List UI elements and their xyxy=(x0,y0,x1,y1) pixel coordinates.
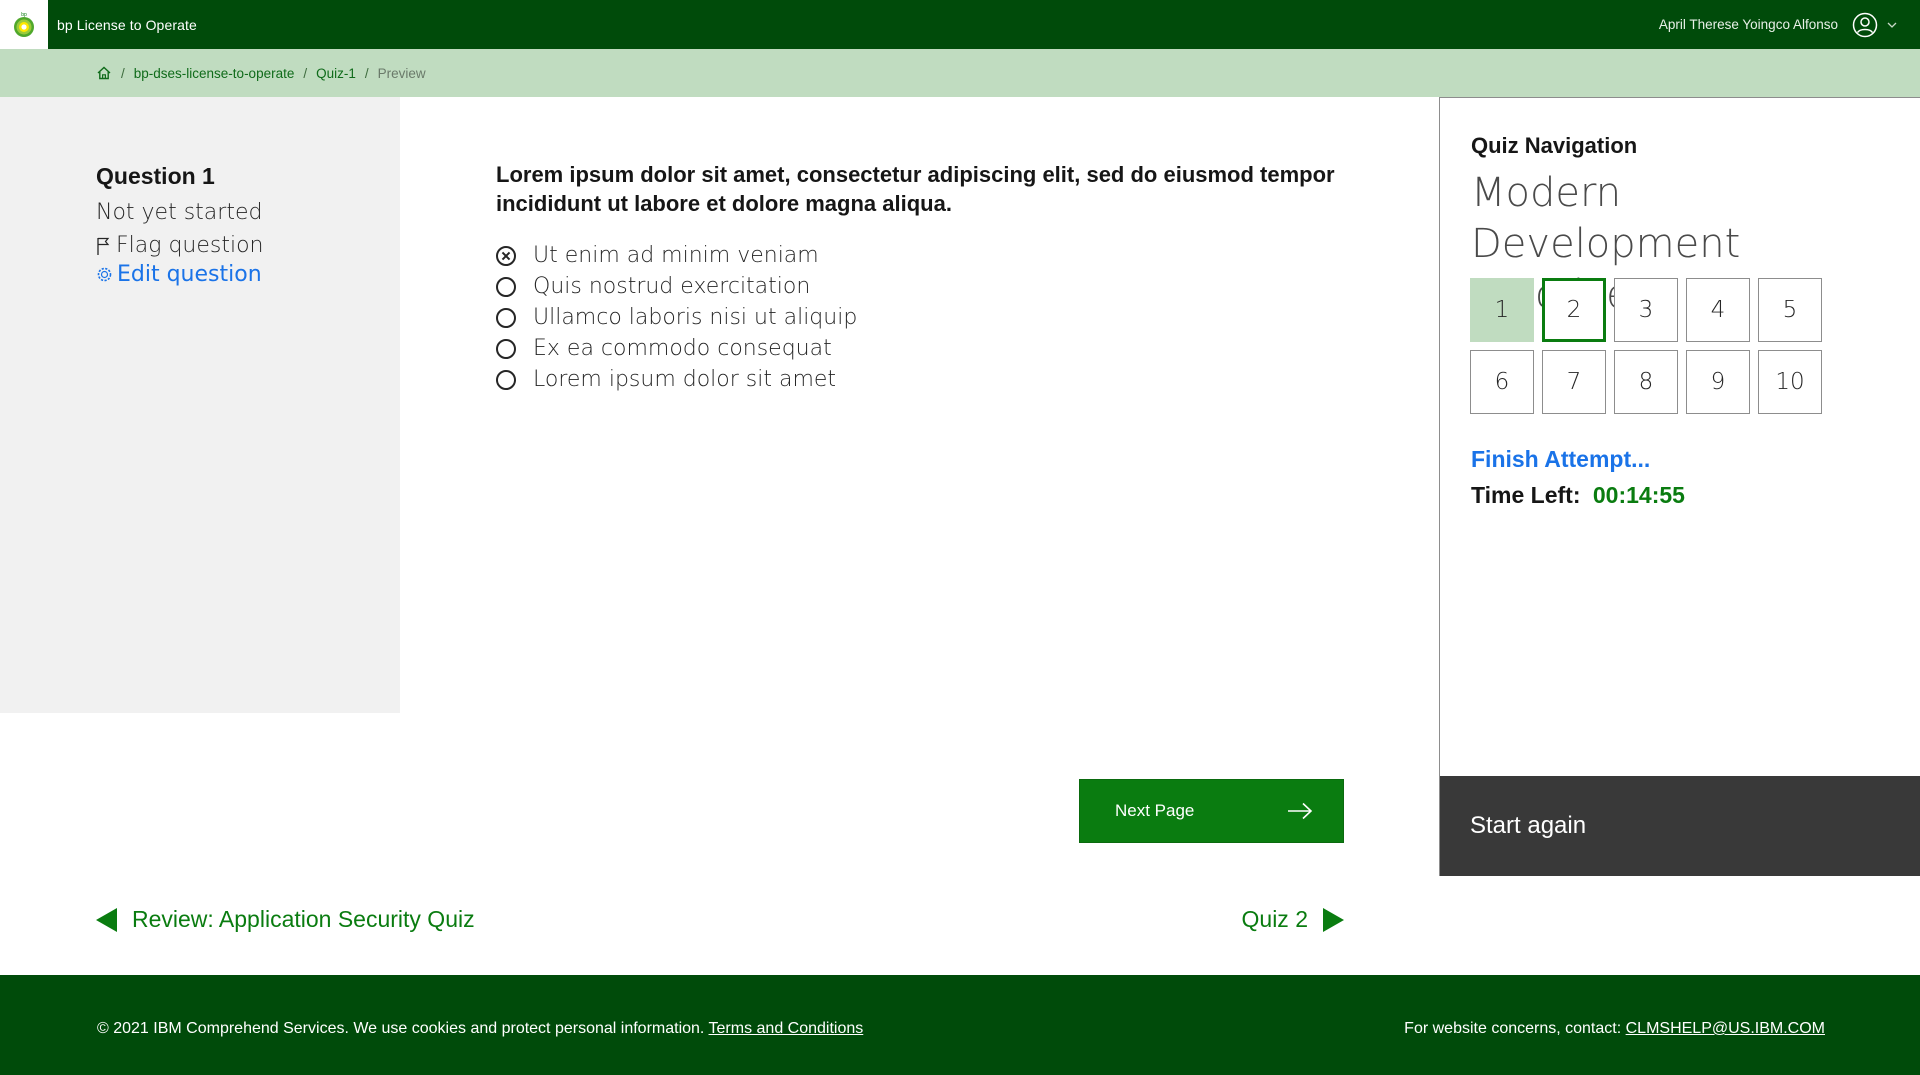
answer-option[interactable]: Lorem ipsum dolor sit amet xyxy=(496,364,1356,395)
question-content: Lorem ipsum dolor sit amet, consectetur … xyxy=(496,160,1356,395)
quiz-page-9[interactable]: 9 xyxy=(1686,350,1750,414)
next-activity-link[interactable]: Quiz 2 xyxy=(1242,906,1344,933)
user-name: April Therese Yoingco Alfonso xyxy=(1658,17,1838,32)
user-avatar-icon xyxy=(1852,12,1878,37)
edit-question-link[interactable]: Edit question xyxy=(96,262,400,287)
edit-question-label: Edit question xyxy=(117,262,262,287)
top-header: bp bp License to Operate April Therese Y… xyxy=(0,0,1920,49)
breadcrumb-separator: / xyxy=(303,65,308,81)
radio-crossed-icon[interactable] xyxy=(496,245,516,266)
answer-label: Lorem ipsum dolor sit amet xyxy=(533,367,837,392)
radio-button[interactable] xyxy=(496,276,516,297)
quiz-page-1[interactable]: 1 xyxy=(1470,278,1534,342)
radio-button[interactable] xyxy=(496,307,516,328)
flag-icon xyxy=(97,237,110,255)
previous-activity-link[interactable]: Review: Application Security Quiz xyxy=(96,906,475,933)
quiz-page-8[interactable]: 8 xyxy=(1614,350,1678,414)
triangle-right-icon xyxy=(1323,907,1344,932)
answer-option[interactable]: Ex ea commodo consequat xyxy=(496,333,1356,364)
time-left: Time Left: 00:14:55 xyxy=(1471,482,1685,509)
footer-contact: For website concerns, contact: CLMSHELP@… xyxy=(1404,1020,1825,1038)
answer-option[interactable]: Ut enim ad minim veniam xyxy=(496,240,1356,271)
answer-label: Quis nostrud exercitation xyxy=(533,274,811,299)
breadcrumb-course-link[interactable]: bp-dses-license-to-operate xyxy=(134,66,295,81)
question-status: Not yet started xyxy=(96,200,263,225)
next-activity-label: Quiz 2 xyxy=(1241,906,1308,932)
answer-label: Ut enim ad minim veniam xyxy=(533,243,819,268)
footer-copyright: © 2021 IBM Comprehend Services. We use c… xyxy=(97,1020,863,1038)
copyright-text: © 2021 IBM Comprehend Services. We use c… xyxy=(97,1020,705,1037)
quiz-page-7[interactable]: 7 xyxy=(1542,350,1606,414)
question-number: Question 1 xyxy=(96,163,215,189)
user-menu[interactable]: April Therese Yoingco Alfonso xyxy=(1659,0,1898,49)
app-title[interactable]: bp License to Operate xyxy=(57,17,197,33)
next-page-label: Next Page xyxy=(1115,801,1195,820)
answer-list: Ut enim ad minim veniam Quis nostrud exe… xyxy=(496,240,1356,395)
question-text: Lorem ipsum dolor sit amet, consectetur … xyxy=(496,162,1335,216)
time-left-label: Time Left: xyxy=(1471,482,1581,508)
home-icon[interactable] xyxy=(96,65,112,81)
breadcrumb-current: Preview xyxy=(377,65,426,81)
quiz-navigation-heading: Quiz Navigation xyxy=(1471,133,1638,158)
page-footer: © 2021 IBM Comprehend Services. We use c… xyxy=(0,975,1920,1075)
bp-helios-icon: bp xyxy=(14,12,34,37)
breadcrumb-separator: / xyxy=(121,65,125,81)
breadcrumb: / bp-dses-license-to-operate / Quiz-1 / … xyxy=(0,49,1920,97)
svg-text:bp: bp xyxy=(21,12,27,18)
quiz-page-10[interactable]: 10 xyxy=(1758,350,1822,414)
quiz-page-4[interactable]: 4 xyxy=(1686,278,1750,342)
flag-question-link[interactable]: Flag question xyxy=(96,233,400,258)
quiz-navigation-panel: Quiz Navigation Modern Development Pract… xyxy=(1439,97,1920,876)
contact-email-link[interactable]: CLMSHELP@US.IBM.COM xyxy=(1626,1020,1825,1037)
quiz-page-2[interactable]: 2 xyxy=(1542,278,1606,342)
answer-option[interactable]: Ullamco laboris nisi ut aliquip xyxy=(496,302,1356,333)
previous-activity-label: Review: Application Security Quiz xyxy=(132,906,475,932)
answer-option[interactable]: Quis nostrud exercitation xyxy=(496,271,1356,302)
triangle-left-icon xyxy=(96,907,117,932)
quiz-page-grid: 1 2 3 4 5 6 7 8 9 10 xyxy=(1470,278,1822,414)
flag-question-label: Flag question xyxy=(116,233,264,258)
quiz-page-3[interactable]: 3 xyxy=(1614,278,1678,342)
time-left-value: 00:14:55 xyxy=(1592,482,1685,508)
bp-logo[interactable]: bp xyxy=(0,0,48,49)
contact-label: For website concerns, contact: xyxy=(1404,1020,1622,1037)
gear-icon xyxy=(97,267,112,282)
radio-button[interactable] xyxy=(496,369,516,390)
quiz-page-6[interactable]: 6 xyxy=(1470,350,1534,414)
arrow-right-icon xyxy=(1288,802,1313,820)
answer-label: Ullamco laboris nisi ut aliquip xyxy=(533,305,858,330)
start-again-button[interactable]: Start again xyxy=(1440,776,1920,876)
finish-attempt-link[interactable]: Finish Attempt... xyxy=(1471,446,1650,473)
next-page-button[interactable]: Next Page xyxy=(1079,779,1344,843)
quiz-page-5[interactable]: 5 xyxy=(1758,278,1822,342)
question-info-panel: Question 1 Not yet started Flag question… xyxy=(0,97,400,713)
breadcrumb-quiz-link[interactable]: Quiz-1 xyxy=(316,66,356,81)
terms-link[interactable]: Terms and Conditions xyxy=(709,1020,864,1037)
chevron-down-icon xyxy=(1887,22,1897,28)
breadcrumb-separator: / xyxy=(364,65,369,81)
radio-button[interactable] xyxy=(496,338,516,359)
answer-label: Ex ea commodo consequat xyxy=(533,336,832,361)
